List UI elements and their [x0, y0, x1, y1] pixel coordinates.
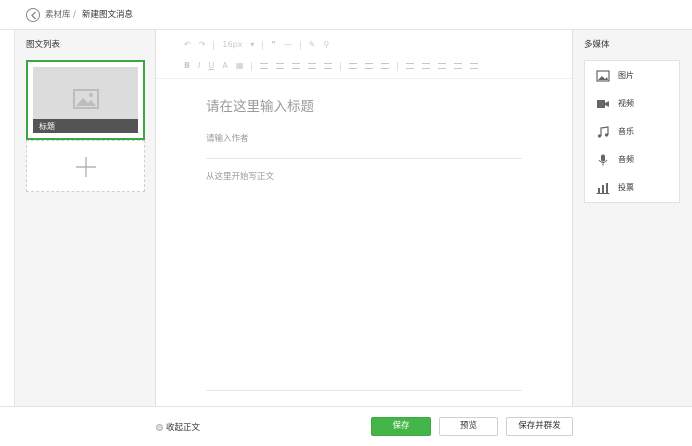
fullscreen-icon[interactable]: [470, 63, 479, 69]
body-textarea[interactable]: [206, 170, 522, 384]
ordered-list-icon[interactable]: [406, 63, 415, 69]
breadcrumb-current: 新建图文消息: [82, 10, 134, 20]
music-icon: [597, 126, 609, 138]
toolbar-row-1: ↶ ↷ 16px ▾ ❞ — ✎ ⚲: [184, 38, 337, 52]
media-item-audio[interactable]: 音频: [585, 146, 679, 174]
redo-icon[interactable]: ↷: [199, 39, 206, 51]
toolbar-divider: [262, 40, 264, 50]
media-list: 图片 视频 音乐 音频 投票: [584, 60, 680, 203]
paragraph-spacing-icon[interactable]: [365, 63, 374, 69]
italic-icon[interactable]: I: [198, 60, 200, 72]
footer-bar: 收起正文 保存 预览 保存并群发: [0, 406, 692, 446]
media-item-label: 音乐: [618, 127, 634, 136]
toolbar-row-2: B I U A ▦: [184, 59, 486, 73]
article-card-title: 标题: [39, 122, 55, 131]
toolbar-divider: [213, 40, 215, 50]
media-item-label: 音频: [618, 155, 634, 164]
body-divider: [206, 390, 522, 391]
toolbar-divider: [299, 40, 301, 50]
clear-format-icon[interactable]: ⚲: [323, 39, 329, 51]
breadcrumb-parent-link[interactable]: 素材库: [45, 10, 71, 21]
media-item-music[interactable]: 音乐: [585, 118, 679, 146]
background-color-icon[interactable]: ▦: [236, 60, 244, 72]
save-button[interactable]: 保存: [371, 417, 431, 436]
image-icon: [596, 70, 610, 82]
add-article-button[interactable]: [26, 140, 145, 192]
article-list-panel: 图文列表 标题: [14, 30, 156, 406]
undo-icon[interactable]: ↶: [184, 39, 191, 51]
font-size-select[interactable]: 16px: [222, 39, 242, 51]
collapse-dot-icon: [156, 423, 163, 431]
article-title-bar: 标题: [33, 119, 138, 133]
unordered-list-icon[interactable]: [422, 63, 431, 69]
blockquote-icon[interactable]: ❞: [271, 39, 275, 51]
toolbar-divider: [340, 61, 342, 71]
article-cover: 标题: [33, 67, 138, 133]
horizontal-rule-icon[interactable]: —: [284, 39, 292, 51]
toolbar-divider: [251, 61, 253, 71]
media-item-image[interactable]: 图片: [585, 62, 679, 90]
emoji-icon[interactable]: [454, 63, 463, 69]
media-panel-title: 多媒体: [584, 40, 610, 50]
align-right-icon[interactable]: [308, 63, 317, 69]
media-panel: 多媒体 图片 视频 音乐 音频 投票: [572, 30, 692, 406]
font-size-caret-icon[interactable]: ▾: [250, 39, 254, 51]
article-list-title: 图文列表: [26, 40, 61, 50]
media-item-label: 投票: [618, 183, 634, 192]
back-button[interactable]: [26, 8, 40, 22]
toolbar-divider-line: [156, 78, 572, 79]
editor-area: ↶ ↷ 16px ▾ ❞ — ✎ ⚲ B I U A ▦: [156, 30, 572, 406]
media-item-label: 视频: [618, 99, 634, 108]
poll-icon: [596, 183, 610, 194]
microphone-icon: [598, 154, 608, 166]
video-icon: [597, 100, 609, 108]
align-left-icon[interactable]: [276, 63, 285, 69]
format-brush-icon[interactable]: ✎: [309, 39, 316, 51]
top-bar: 素材库 / 新建图文消息: [0, 0, 692, 30]
font-color-icon[interactable]: A: [222, 60, 227, 72]
preview-button[interactable]: 预览: [439, 417, 498, 436]
collapse-body-toggle[interactable]: 收起正文: [156, 421, 200, 433]
bold-icon[interactable]: B: [184, 60, 190, 72]
media-item-label: 图片: [618, 71, 634, 80]
author-divider: [206, 158, 522, 159]
media-item-poll[interactable]: 投票: [585, 174, 679, 202]
indent-icon[interactable]: [260, 63, 269, 69]
collapse-body-label: 收起正文: [166, 423, 201, 433]
chevron-left-icon: [31, 11, 36, 20]
plus-icon: [76, 157, 96, 177]
article-card-selected[interactable]: 标题: [26, 60, 145, 140]
align-justify-icon[interactable]: [324, 63, 333, 69]
image-placeholder-icon: [73, 89, 99, 109]
media-item-video[interactable]: 视频: [585, 90, 679, 118]
title-input[interactable]: [206, 96, 522, 118]
line-spacing-icon[interactable]: [349, 63, 358, 69]
align-center-icon[interactable]: [292, 63, 301, 69]
author-input[interactable]: [206, 131, 522, 147]
toolbar-divider: [397, 61, 399, 71]
save-and-send-button[interactable]: 保存并群发: [506, 417, 573, 436]
table-icon[interactable]: [438, 63, 447, 69]
letter-spacing-icon[interactable]: [381, 63, 390, 69]
breadcrumb-separator: /: [73, 10, 76, 20]
underline-icon[interactable]: U: [208, 60, 214, 72]
